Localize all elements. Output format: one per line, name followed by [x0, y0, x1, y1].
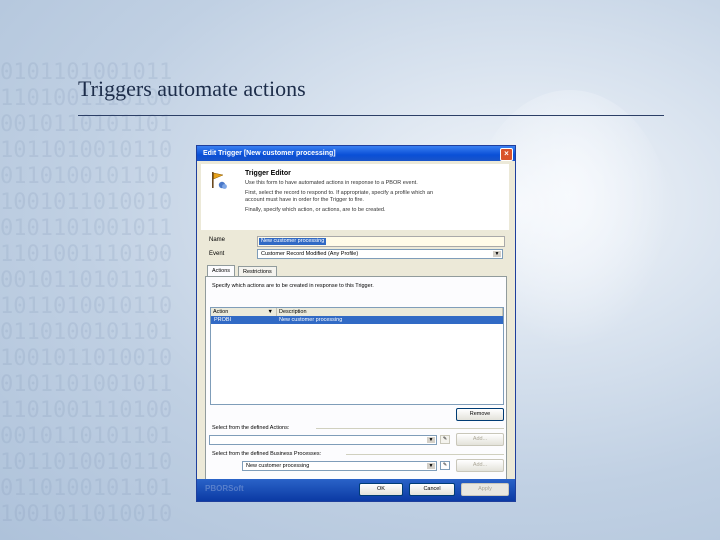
- dialog-titlebar[interactable]: Edit Trigger [New customer processing] ×: [197, 146, 515, 161]
- actions-instructions: Specify which actions are to be created …: [212, 283, 374, 289]
- header-line: Finally, specify which action, or action…: [245, 207, 386, 213]
- name-label: Name: [209, 237, 226, 243]
- chevron-down-icon[interactable]: ▼: [427, 437, 435, 443]
- cell-description: New customer processing: [279, 317, 343, 323]
- add-process-button[interactable]: Add...: [456, 459, 504, 472]
- remove-button[interactable]: Remove: [456, 408, 504, 421]
- header-line: account must have in order for the Trigg…: [245, 197, 364, 203]
- section-divider: [316, 428, 504, 429]
- defined-actions-label: Select from the defined Actions:: [212, 425, 290, 431]
- event-label: Event: [209, 251, 225, 257]
- slide-title: Triggers automate actions: [78, 76, 306, 101]
- footer-logo: PBORSoft: [205, 484, 244, 493]
- add-action-button[interactable]: Add...: [456, 433, 504, 446]
- chevron-down-icon[interactable]: ▼: [427, 463, 435, 469]
- name-value: New customer processing: [259, 238, 327, 245]
- dialog-title: Edit Trigger [New customer processing]: [203, 150, 336, 157]
- defined-actions-select[interactable]: ▼: [209, 435, 437, 445]
- actions-tab-panel: Specify which actions are to be created …: [205, 276, 507, 488]
- actions-grid: Action ▼ Description PROBI New customer …: [210, 307, 504, 405]
- header-title: Trigger Editor: [245, 170, 291, 177]
- defined-processes-value: New customer processing: [246, 463, 310, 469]
- event-select[interactable]: Customer Record Modified (Any Profile) ▼: [257, 249, 503, 259]
- dialog-header: Trigger Editor Use this form to have aut…: [201, 164, 509, 230]
- column-header-description[interactable]: Description: [277, 308, 503, 316]
- trigger-flag-icon: [212, 172, 227, 189]
- sort-arrow-icon: ▼: [267, 309, 273, 315]
- defined-processes-select[interactable]: New customer processing ▼: [242, 461, 437, 471]
- dialog-footer: PBORSoft OK Cancel Apply: [197, 479, 515, 501]
- edit-pencil-icon[interactable]: ✎: [440, 461, 450, 470]
- name-input[interactable]: New customer processing: [257, 236, 505, 247]
- close-button[interactable]: ×: [500, 148, 513, 161]
- edit-trigger-dialog: Edit Trigger [New customer processing] ×…: [196, 145, 516, 502]
- table-row[interactable]: PROBI New customer processing: [211, 316, 503, 324]
- cancel-button[interactable]: Cancel: [409, 483, 455, 496]
- section-divider: [346, 454, 504, 455]
- header-line: First, select the record to respond to. …: [245, 190, 434, 196]
- header-line: Use this form to have automated actions …: [245, 180, 418, 186]
- event-value: Customer Record Modified (Any Profile): [261, 251, 359, 257]
- apply-button[interactable]: Apply: [461, 483, 509, 496]
- chevron-down-icon[interactable]: ▼: [493, 251, 501, 257]
- edit-pencil-icon[interactable]: ✎: [440, 435, 450, 444]
- title-underline: [78, 115, 664, 116]
- column-header-action[interactable]: Action ▼: [211, 308, 277, 316]
- cell-action: PROBI: [214, 317, 232, 323]
- ok-button[interactable]: OK: [359, 483, 403, 496]
- defined-processes-label: Select from the defined Business Process…: [212, 451, 322, 457]
